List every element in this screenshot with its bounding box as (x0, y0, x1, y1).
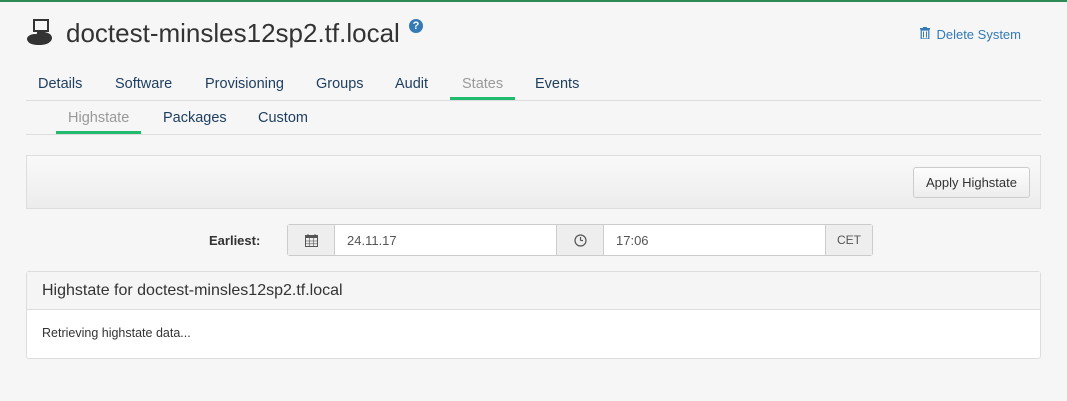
apply-highstate-button[interactable]: Apply Highstate (912, 167, 1030, 198)
subtab-packages[interactable]: Packages (151, 106, 239, 134)
clock-icon[interactable] (556, 225, 604, 255)
main-tabs: Details Software Provisioning Groups Aud… (26, 72, 1041, 101)
tab-audit[interactable]: Audit (383, 72, 440, 100)
calendar-icon[interactable] (288, 225, 335, 255)
time-input[interactable] (604, 225, 825, 255)
tab-events[interactable]: Events (523, 72, 591, 100)
date-input[interactable] (335, 225, 556, 255)
trash-icon (920, 27, 931, 42)
timezone-label: CET (825, 225, 872, 255)
tab-software[interactable]: Software (103, 72, 184, 100)
highstate-panel: Highstate for doctest-minsles12sp2.tf.lo… (26, 271, 1041, 359)
page-header: doctest-minsles12sp2.tf.local ? Delete S… (26, 14, 1041, 54)
highstate-status-text: Retrieving highstate data... (42, 326, 191, 340)
subtab-custom[interactable]: Custom (246, 106, 320, 134)
page-title: doctest-minsles12sp2.tf.local (66, 18, 400, 48)
states-subtabs: Highstate Packages Custom (26, 106, 1041, 135)
earliest-datetime-picker: CET (287, 224, 873, 256)
question-circle-icon[interactable]: ? (409, 19, 423, 33)
delete-system-label: Delete System (936, 27, 1021, 42)
earliest-label: Earliest: (209, 233, 261, 248)
delete-system-link[interactable]: Delete System (920, 27, 1021, 42)
system-icon (26, 18, 54, 46)
subtab-highstate[interactable]: Highstate (56, 106, 142, 134)
tab-provisioning[interactable]: Provisioning (193, 72, 296, 100)
action-toolbar: Apply Highstate (26, 155, 1041, 209)
tab-details[interactable]: Details (26, 72, 94, 100)
tab-groups[interactable]: Groups (304, 72, 376, 100)
tab-states[interactable]: States (450, 72, 516, 100)
highstate-panel-title: Highstate for doctest-minsles12sp2.tf.lo… (27, 272, 1040, 310)
